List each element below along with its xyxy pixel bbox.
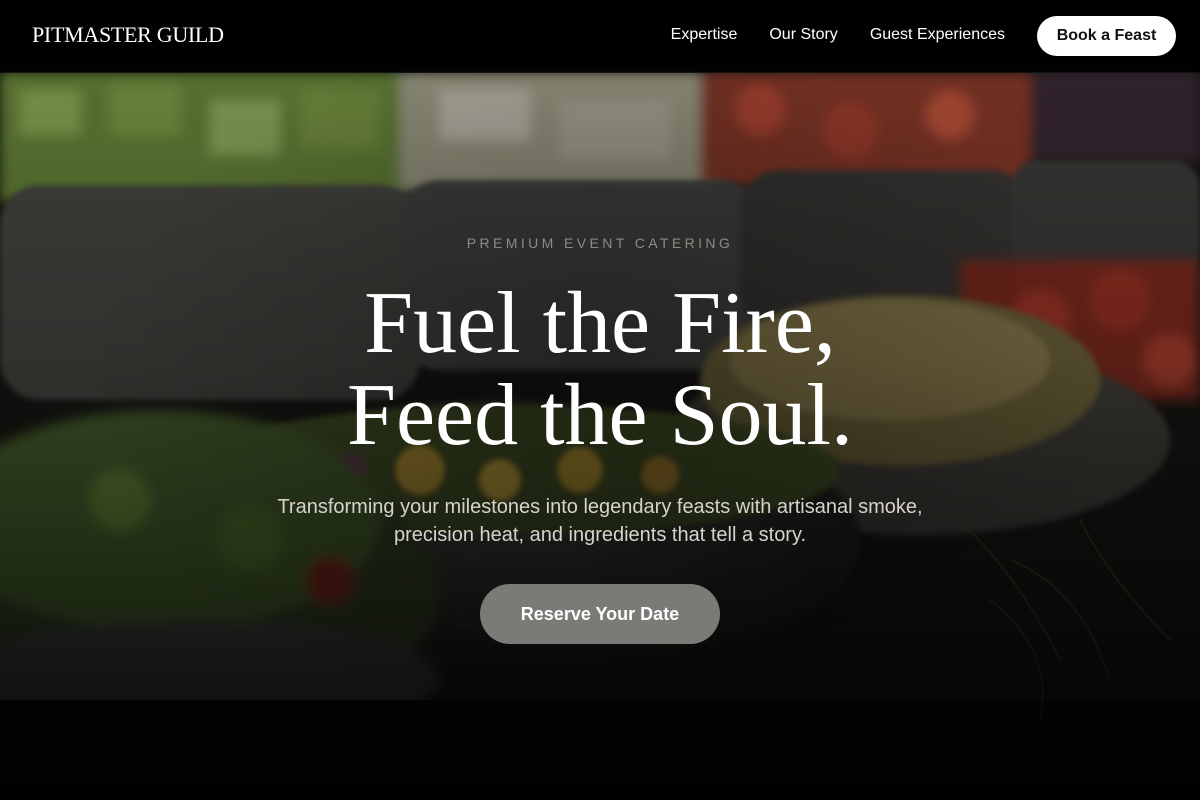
hero-headline-line-1: Fuel the Fire, — [364, 275, 836, 372]
top-navigation: PITMASTER GUILD Expertise Our Story Gues… — [0, 0, 1200, 73]
hero-headline: Fuel the Fire, Feed the Soul. — [0, 278, 1200, 462]
hero-headline-line-2: Feed the Soul. — [347, 367, 853, 464]
nav-link-expertise[interactable]: Expertise — [671, 26, 738, 44]
nav-links: Expertise Our Story Guest Experiences — [671, 26, 1005, 44]
nav-link-guest-experiences[interactable]: Guest Experiences — [870, 26, 1005, 44]
hero-subtitle: Transforming your milestones into legend… — [277, 496, 923, 546]
hero-section: PREMIUM EVENT CATERING Fuel the Fire, Fe… — [0, 235, 1200, 549]
reserve-your-date-button[interactable]: Reserve Your Date — [480, 584, 720, 644]
nav-link-our-story[interactable]: Our Story — [769, 26, 837, 44]
book-a-feast-button[interactable]: Book a Feast — [1037, 16, 1176, 56]
landing-page: PITMASTER GUILD Expertise Our Story Gues… — [0, 0, 1200, 800]
hero-eyebrow: PREMIUM EVENT CATERING — [466, 235, 734, 251]
brand-logo[interactable]: PITMASTER GUILD — [32, 22, 224, 48]
